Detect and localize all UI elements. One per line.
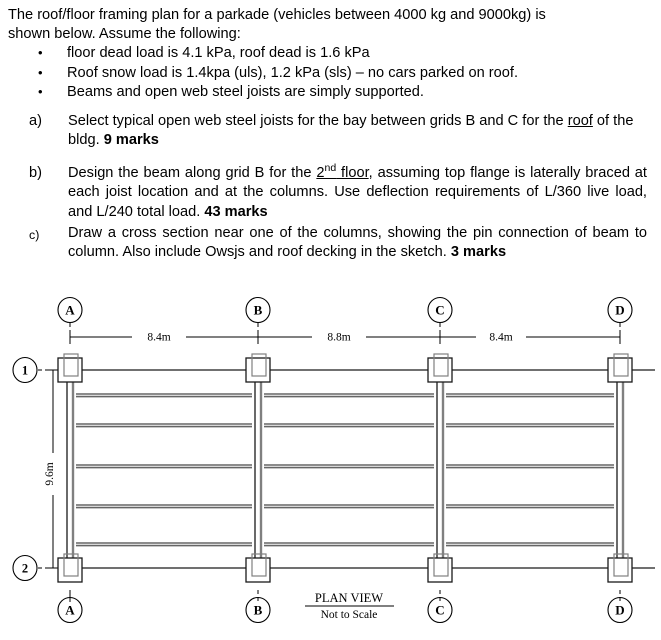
joist-row xyxy=(264,542,434,547)
dimension-b-c: 8.8m xyxy=(258,332,440,344)
drawing-title-block: PLAN VIEW Not to Scale xyxy=(305,591,394,621)
plan-view-svg: A B C D 8.4m 8.8m 8.4m 1 2 9.6m A B C D … xyxy=(12,296,655,624)
grid-bubble-c-top-label: C xyxy=(435,303,444,318)
joist-row xyxy=(264,423,434,428)
question-a-underlined: roof xyxy=(567,112,593,129)
beam-line-grid-a xyxy=(66,370,75,568)
joist-row xyxy=(264,393,434,398)
grid-bubble-a-top-label: A xyxy=(65,303,75,318)
column-a1 xyxy=(57,353,83,383)
question-b-marker: b) xyxy=(29,165,42,182)
question-b-underlined: 2nd floor xyxy=(316,162,369,182)
column-c2 xyxy=(427,553,453,583)
question-b-ordinal-suffix: nd xyxy=(324,162,337,175)
joist-row xyxy=(446,423,614,428)
beam-line-grid-c xyxy=(436,370,445,568)
question-b-text-before: Design the beam along grid B for the xyxy=(68,165,317,182)
question-c-marks: 3 marks xyxy=(450,244,507,261)
assumption-text: Beams and open web steel joists are simp… xyxy=(67,84,424,100)
joist-row xyxy=(446,464,614,469)
dimension-b-c-label: 8.8m xyxy=(327,332,350,344)
grid-bubble-b-bottom: B xyxy=(245,590,271,624)
grid-bubble-d-bottom-label: D xyxy=(615,603,624,618)
assumption-text: floor dead load is 4.1 kPa, roof dead is… xyxy=(67,45,370,61)
drawing-title: PLAN VIEW xyxy=(315,591,383,605)
column-a2 xyxy=(57,553,83,583)
list-item: Roof snow load is 1.4kpa (uls), 1.2 kPa … xyxy=(0,63,661,84)
joist-row xyxy=(76,464,252,469)
dimension-1-2-label: 9.6m xyxy=(44,462,56,485)
question-a-marker: a) xyxy=(29,112,42,129)
joist-row xyxy=(76,393,252,398)
question-c-text: Draw a cross section near one of the col… xyxy=(68,224,647,261)
intro-paragraph: The roof/floor framing plan for a parkad… xyxy=(0,0,661,44)
grid-bubble-b-bottom-label: B xyxy=(254,603,263,618)
problem-statement: The roof/floor framing plan for a parkad… xyxy=(0,0,661,273)
question-a: a) Select typical open web steel joists … xyxy=(0,112,661,151)
column-b2 xyxy=(245,553,271,583)
list-item: Beams and open web steel joists are simp… xyxy=(0,82,661,103)
joist-row xyxy=(446,393,614,398)
grid-bubble-a-bottom: A xyxy=(57,590,83,624)
column-c1 xyxy=(427,353,453,383)
column-d1 xyxy=(607,353,633,383)
grid-bubble-a-bottom-label: A xyxy=(65,603,75,618)
drawing-subtitle: Not to Scale xyxy=(321,609,378,621)
joist-row xyxy=(264,504,434,509)
beam-line-grid-d xyxy=(616,370,625,568)
joist-row xyxy=(446,542,614,547)
joist-row xyxy=(446,504,614,509)
question-b-marks: 43 marks xyxy=(204,203,268,220)
dimension-c-d: 8.4m xyxy=(440,332,620,344)
dimension-c-d-label: 8.4m xyxy=(489,332,512,344)
framing-plan-drawing: A B C D 8.4m 8.8m 8.4m 1 2 9.6m A B C D … xyxy=(0,290,661,640)
question-b: b) Design the beam along grid B for the … xyxy=(0,162,661,222)
assumption-text: Roof snow load is 1.4kpa (uls), 1.2 kPa … xyxy=(67,64,519,81)
intro-line-1: The roof/floor framing plan for a parkad… xyxy=(8,7,546,23)
question-a-text-before: Select typical open web steel joists for… xyxy=(68,112,568,129)
intro-line-2: shown below. Assume the following: xyxy=(8,26,241,42)
column-d2 xyxy=(607,553,633,583)
dimension-1-2: 9.6m xyxy=(44,369,60,569)
list-item: floor dead load is 4.1 kPa, roof dead is… xyxy=(0,43,661,64)
joist-row xyxy=(76,423,252,428)
dimension-a-b-label: 8.4m xyxy=(147,332,170,344)
dimension-string-horizontal: 8.4m 8.8m 8.4m xyxy=(69,330,621,344)
dimension-a-b: 8.4m xyxy=(70,332,258,344)
grid-bubble-d-bottom: D xyxy=(607,590,633,624)
joist-row xyxy=(76,542,252,547)
grid-bubble-1-label: 1 xyxy=(22,364,28,378)
question-b-underlined-post: floor xyxy=(336,165,369,182)
question-a-marks: 9 marks xyxy=(103,131,159,148)
question-c-marker: c) xyxy=(29,227,40,242)
grid-bubble-d-top-label: D xyxy=(615,303,624,318)
question-c: c) Draw a cross section near one of the … xyxy=(0,224,661,263)
assumptions-list: floor dead load is 4.1 kPa, roof dead is… xyxy=(0,43,661,103)
grid-bubble-2-label: 2 xyxy=(22,562,28,576)
grid-bubble-c-bottom: C xyxy=(427,590,453,624)
grid-bubble-c-bottom-label: C xyxy=(435,603,444,618)
joist-row xyxy=(264,464,434,469)
beam-line-grid-b xyxy=(254,370,263,568)
joist-row xyxy=(76,504,252,509)
column-b1 xyxy=(245,353,271,383)
grid-bubble-b-top-label: B xyxy=(254,303,263,318)
questions-list: a) Select typical open web steel joists … xyxy=(0,112,661,263)
